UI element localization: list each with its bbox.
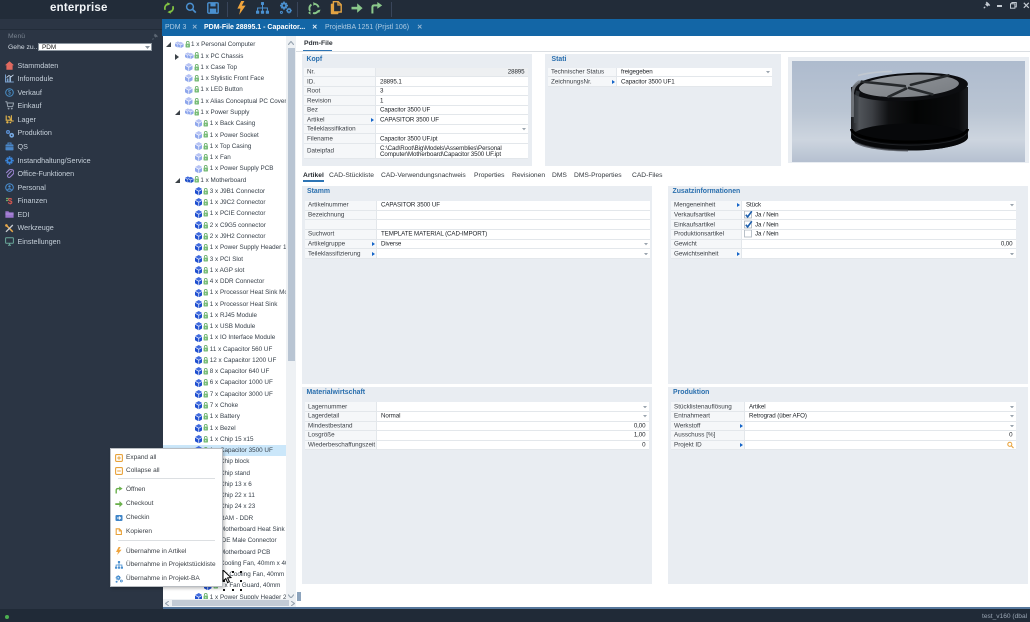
- svg-text:$: $: [7, 196, 12, 205]
